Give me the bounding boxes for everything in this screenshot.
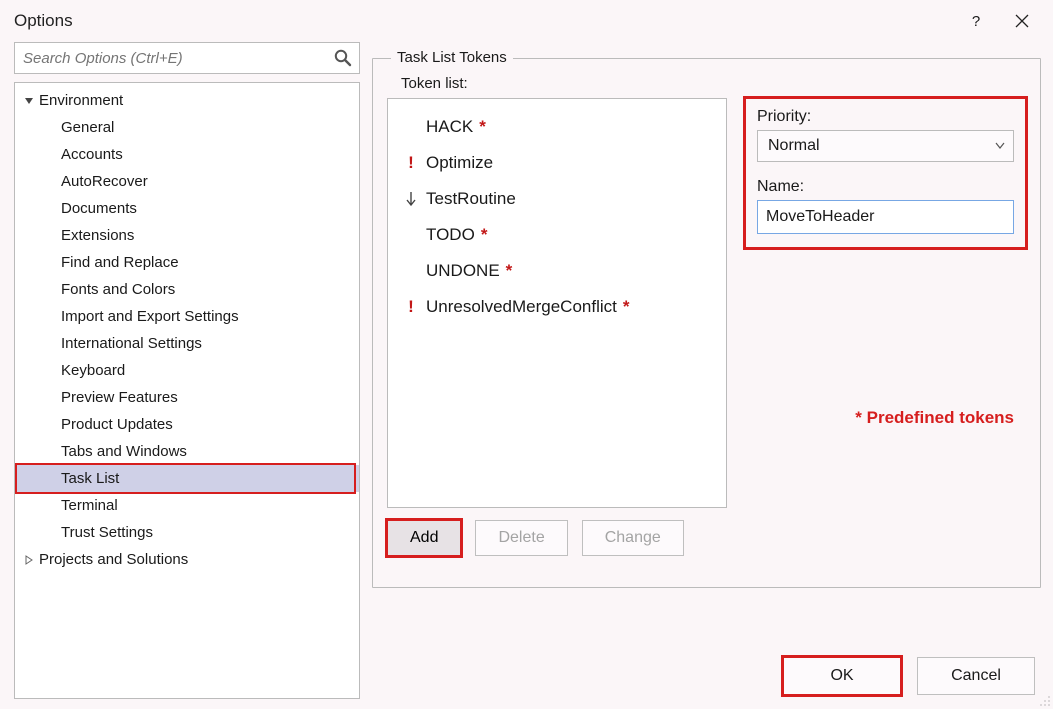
options-dialog: Options ? [0, 0, 1053, 709]
priority-label: Priority: [757, 108, 1014, 126]
tree-node-preview-features[interactable]: Preview Features [15, 384, 359, 411]
search-input[interactable] [14, 42, 360, 74]
tree-node-international[interactable]: International Settings [15, 330, 359, 357]
dialog-footer: OK Cancel [783, 657, 1035, 695]
tree-node-terminal[interactable]: Terminal [15, 492, 359, 519]
tree-node-trust-settings[interactable]: Trust Settings [15, 519, 359, 546]
priority-select[interactable]: Normal [757, 130, 1014, 162]
name-input[interactable]: MoveToHeader [757, 200, 1014, 234]
priority-high-icon: ! [402, 153, 420, 173]
token-list-label: Token list: [401, 75, 1026, 92]
groupbox-title: Task List Tokens [391, 49, 513, 66]
name-value: MoveToHeader [766, 208, 875, 226]
name-label: Name: [757, 178, 1014, 196]
predefined-star-icon: * [479, 117, 486, 137]
tree-label: Projects and Solutions [39, 551, 188, 568]
predefined-tokens-note: * Predefined tokens [855, 408, 1014, 428]
window-title: Options [14, 11, 953, 31]
priority-low-icon [402, 191, 420, 207]
options-tree[interactable]: Environment General Accounts AutoRecover… [14, 82, 360, 699]
token-row-optimize[interactable]: ! Optimize [394, 145, 720, 181]
tree-node-environment[interactable]: Environment [15, 87, 359, 114]
token-row-testroutine[interactable]: TestRoutine [394, 181, 720, 217]
tree-node-documents[interactable]: Documents [15, 195, 359, 222]
tree-node-extensions[interactable]: Extensions [15, 222, 359, 249]
token-row-merge-conflict[interactable]: ! UnresolvedMergeConflict * [394, 289, 720, 325]
tree-node-task-list[interactable]: Task List [15, 465, 359, 492]
tree-node-tabs-windows[interactable]: Tabs and Windows [15, 438, 359, 465]
navigation-column: Environment General Accounts AutoRecover… [14, 42, 360, 699]
tree-node-keyboard[interactable]: Keyboard [15, 357, 359, 384]
priority-high-icon: ! [402, 297, 420, 317]
help-icon: ? [972, 13, 980, 30]
cancel-button[interactable]: Cancel [917, 657, 1035, 695]
tree-node-projects-solutions[interactable]: Projects and Solutions [15, 546, 359, 573]
predefined-star-icon: * [481, 225, 488, 245]
token-row-todo[interactable]: TODO * [394, 217, 720, 253]
change-button[interactable]: Change [582, 520, 684, 556]
expander-icon [23, 555, 35, 565]
token-row-undone[interactable]: UNDONE * [394, 253, 720, 289]
tree-node-fonts-colors[interactable]: Fonts and Colors [15, 276, 359, 303]
priority-value: Normal [768, 137, 820, 155]
tree-node-autorecover[interactable]: AutoRecover [15, 168, 359, 195]
titlebar: Options ? [0, 0, 1053, 42]
token-form: Priority: Normal Name: MoveToHeader [745, 98, 1026, 556]
chevron-down-icon [995, 139, 1005, 153]
close-button[interactable] [999, 0, 1045, 42]
add-button[interactable]: Add [387, 520, 461, 556]
resize-grip-icon[interactable] [1037, 693, 1051, 707]
tree-node-general[interactable]: General [15, 114, 359, 141]
task-list-tokens-group: Task List Tokens Token list: HACK * ! [372, 58, 1041, 588]
token-row-hack[interactable]: HACK * [394, 109, 720, 145]
close-icon [1015, 14, 1029, 28]
delete-button[interactable]: Delete [475, 520, 567, 556]
help-button[interactable]: ? [953, 13, 999, 30]
ok-button[interactable]: OK [783, 657, 901, 695]
tree-node-accounts[interactable]: Accounts [15, 141, 359, 168]
predefined-star-icon: * [623, 297, 630, 317]
tree-label: Environment [39, 92, 123, 109]
tree-node-find-replace[interactable]: Find and Replace [15, 249, 359, 276]
expander-icon [23, 96, 35, 106]
predefined-star-icon: * [506, 261, 513, 281]
token-listbox[interactable]: HACK * ! Optimize TestR [387, 98, 727, 508]
tree-node-product-updates[interactable]: Product Updates [15, 411, 359, 438]
settings-panel: Task List Tokens Token list: HACK * ! [372, 42, 1041, 699]
tree-node-import-export[interactable]: Import and Export Settings [15, 303, 359, 330]
